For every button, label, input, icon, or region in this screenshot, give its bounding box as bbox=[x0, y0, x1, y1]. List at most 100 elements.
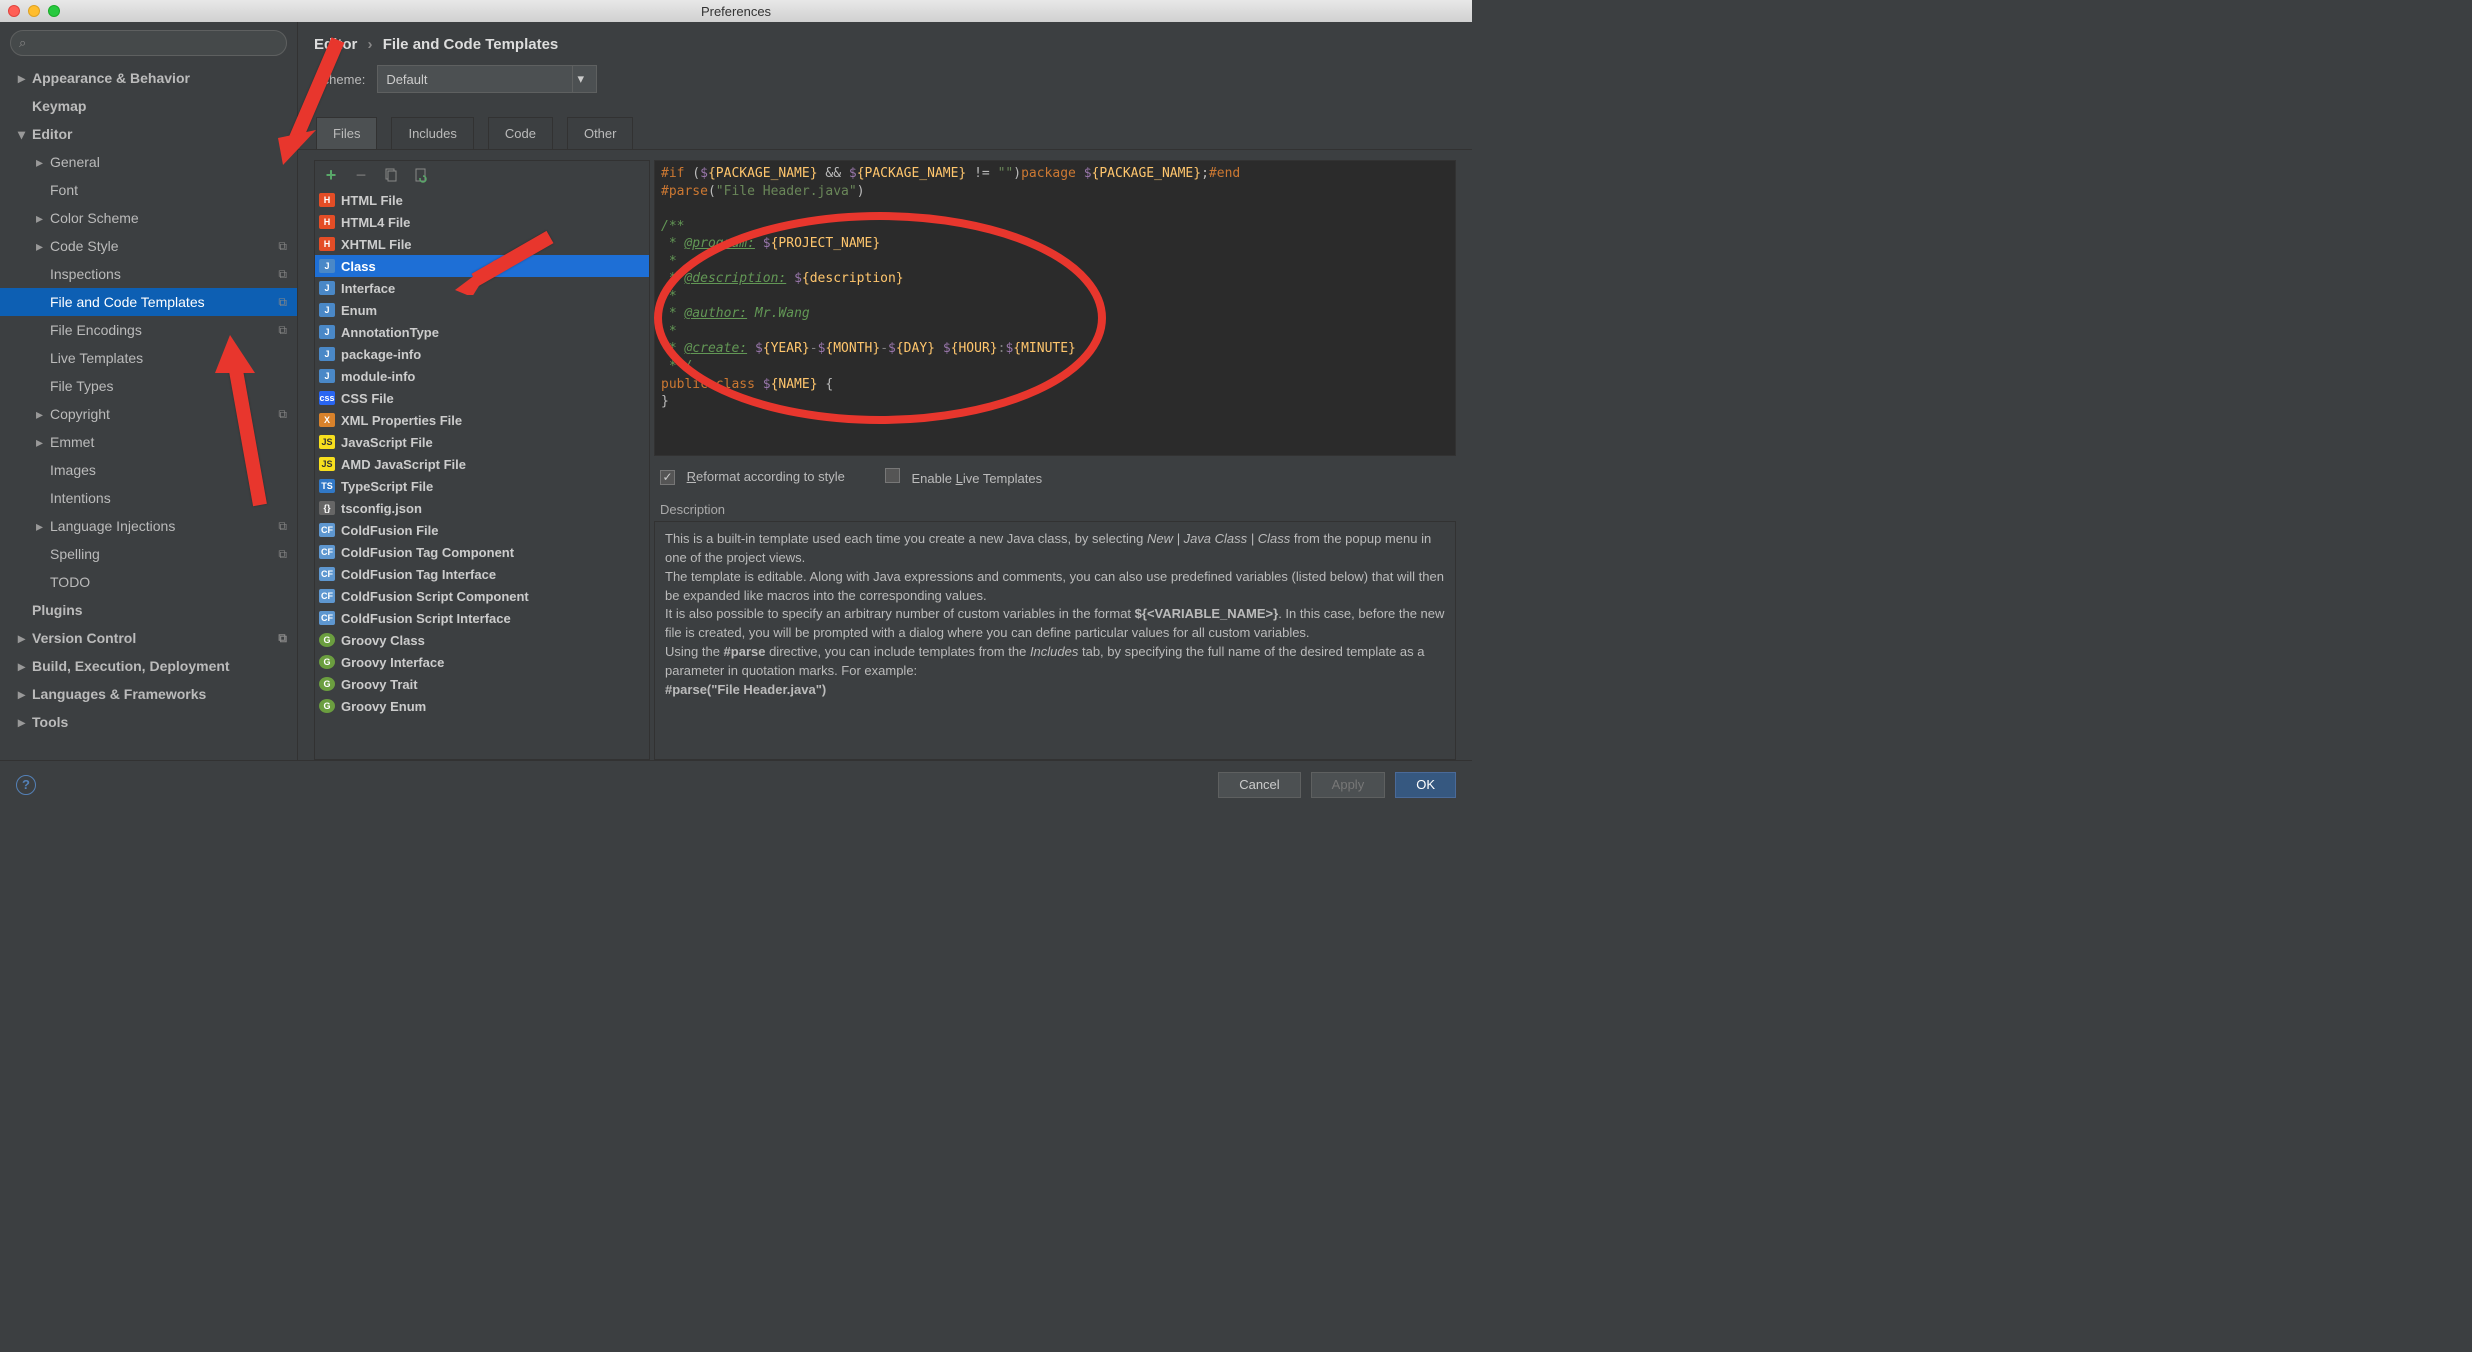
close-window-button[interactable] bbox=[8, 5, 20, 17]
revert-template-button[interactable] bbox=[413, 167, 429, 183]
sidebar-item-file-encodings[interactable]: File Encodings ⧉ bbox=[0, 316, 297, 344]
project-override-icon: ⧉ bbox=[278, 323, 287, 338]
checkbox-checked-icon bbox=[660, 470, 675, 485]
subtab-files[interactable]: Files bbox=[316, 117, 377, 149]
template-item-label: ColdFusion File bbox=[341, 523, 439, 538]
subtab-includes[interactable]: Includes bbox=[391, 117, 473, 149]
template-item-label: module-info bbox=[341, 369, 415, 384]
sidebar-item-images[interactable]: Images bbox=[0, 456, 297, 484]
file-type-icon: H bbox=[319, 193, 335, 207]
template-item-coldfusion-tag-component[interactable]: CFColdFusion Tag Component bbox=[315, 541, 649, 563]
sidebar-item-live-templates[interactable]: Live Templates bbox=[0, 344, 297, 372]
template-item-annotationtype[interactable]: JAnnotationType bbox=[315, 321, 649, 343]
ok-button[interactable]: OK bbox=[1395, 772, 1456, 798]
template-item-xhtml-file[interactable]: HXHTML File bbox=[315, 233, 649, 255]
tree-item-label: Keymap bbox=[32, 98, 86, 114]
minimize-window-button[interactable] bbox=[28, 5, 40, 17]
help-button[interactable]: ? bbox=[16, 775, 36, 795]
sidebar-item-intentions[interactable]: Intentions bbox=[0, 484, 297, 512]
template-item-javascript-file[interactable]: JSJavaScript File bbox=[315, 431, 649, 453]
template-item-enum[interactable]: J Enum bbox=[315, 299, 649, 321]
sidebar-item-font[interactable]: Font bbox=[0, 176, 297, 204]
project-override-icon: ⧉ bbox=[278, 547, 287, 562]
template-item-class[interactable]: JClass bbox=[315, 255, 649, 277]
search-input[interactable]: ⌕ bbox=[10, 30, 287, 56]
subtab-other[interactable]: Other bbox=[567, 117, 634, 149]
file-type-icon: CF bbox=[319, 589, 335, 603]
template-item-html4-file[interactable]: HHTML4 File bbox=[315, 211, 649, 233]
project-override-icon: ⧉ bbox=[278, 407, 287, 422]
template-item-groovy-interface[interactable]: GGroovy Interface bbox=[315, 651, 649, 673]
file-type-icon: J bbox=[319, 369, 335, 383]
add-template-button[interactable]: + bbox=[323, 167, 339, 183]
subtab-code[interactable]: Code bbox=[488, 117, 553, 149]
sidebar-item-file-and-code-templates[interactable]: File and Code Templates⧉ bbox=[0, 288, 297, 316]
template-item-coldfusion-script-component[interactable]: CFColdFusion Script Component bbox=[315, 585, 649, 607]
copy-template-button[interactable] bbox=[383, 167, 399, 183]
sidebar-item-todo[interactable]: TODO bbox=[0, 568, 297, 596]
sidebar-item-emmet[interactable]: Emmet bbox=[0, 428, 297, 456]
maximize-window-button[interactable] bbox=[48, 5, 60, 17]
sidebar-item-code-style[interactable]: Code Style⧉ bbox=[0, 232, 297, 260]
project-override-icon: ⧉ bbox=[278, 267, 287, 282]
sidebar-item-color-scheme[interactable]: Color Scheme bbox=[0, 204, 297, 232]
tree-arrow-icon bbox=[36, 434, 50, 451]
apply-button[interactable]: Apply bbox=[1311, 772, 1386, 798]
sidebar-item-copyright[interactable]: Copyright ⧉ bbox=[0, 400, 297, 428]
sidebar-item-spelling[interactable]: Spelling⧉ bbox=[0, 540, 297, 568]
tree-arrow-icon bbox=[36, 154, 50, 171]
template-item-coldfusion-tag-interface[interactable]: CFColdFusion Tag Interface bbox=[315, 563, 649, 585]
project-override-icon: ⧉ bbox=[278, 631, 287, 646]
enable-live-templates-checkbox[interactable]: Enable Live Templates bbox=[885, 468, 1042, 486]
sidebar-item-editor[interactable]: Editor bbox=[0, 120, 297, 148]
file-type-icon: CF bbox=[319, 567, 335, 581]
template-item-groovy-class[interactable]: GGroovy Class bbox=[315, 629, 649, 651]
template-item-label: Enum bbox=[341, 303, 377, 318]
sidebar-item-keymap[interactable]: Keymap bbox=[0, 92, 297, 120]
template-item-module-info[interactable]: Jmodule-info bbox=[315, 365, 649, 387]
template-item-typescript-file[interactable]: TSTypeScript File bbox=[315, 475, 649, 497]
file-type-icon: G bbox=[319, 633, 335, 647]
sidebar-item-tools[interactable]: Tools bbox=[0, 708, 297, 736]
template-item-coldfusion-script-interface[interactable]: CFColdFusion Script Interface bbox=[315, 607, 649, 629]
tree-item-label: Inspections bbox=[50, 266, 121, 282]
window-title: Preferences bbox=[701, 4, 771, 19]
sidebar-item-general[interactable]: General bbox=[0, 148, 297, 176]
cancel-button[interactable]: Cancel bbox=[1218, 772, 1300, 798]
template-item-package-info[interactable]: Jpackage-info bbox=[315, 343, 649, 365]
template-item-html-file[interactable]: HHTML File bbox=[315, 189, 649, 211]
template-item-label: tsconfig.json bbox=[341, 501, 422, 516]
sidebar-item-language-injections[interactable]: Language Injections⧉ bbox=[0, 512, 297, 540]
template-item-label: AMD JavaScript File bbox=[341, 457, 466, 472]
template-item-coldfusion-file[interactable]: CF ColdFusion File bbox=[315, 519, 649, 541]
sidebar-item-file-types[interactable]: File Types bbox=[0, 372, 297, 400]
file-type-icon: CF bbox=[319, 523, 335, 537]
tree-item-label: Tools bbox=[32, 714, 68, 730]
sidebar-item-plugins[interactable]: Plugins bbox=[0, 596, 297, 624]
breadcrumb: Editor › File and Code Templates bbox=[298, 22, 1472, 65]
template-item-css-file[interactable]: cssCSS File bbox=[315, 387, 649, 409]
template-item-xml-properties-file[interactable]: XXML Properties File bbox=[315, 409, 649, 431]
template-item-interface[interactable]: JInterface bbox=[315, 277, 649, 299]
template-item-label: Groovy Trait bbox=[341, 677, 418, 692]
sidebar-item-build-execution-deployment[interactable]: Build, Execution, Deployment bbox=[0, 652, 297, 680]
reformat-checkbox[interactable]: Reformat according to style bbox=[660, 469, 845, 485]
file-type-icon: J bbox=[319, 303, 335, 317]
template-item-tsconfig-json[interactable]: {}tsconfig.json bbox=[315, 497, 649, 519]
sidebar-item-inspections[interactable]: Inspections ⧉ bbox=[0, 260, 297, 288]
template-item-groovy-enum[interactable]: GGroovy Enum bbox=[315, 695, 649, 717]
tree-item-label: Copyright bbox=[50, 406, 110, 422]
tree-item-label: File Types bbox=[50, 378, 114, 394]
template-item-groovy-trait[interactable]: GGroovy Trait bbox=[315, 673, 649, 695]
sidebar-item-version-control[interactable]: Version Control⧉ bbox=[0, 624, 297, 652]
sidebar-item-appearance-behavior[interactable]: Appearance & Behavior bbox=[0, 64, 297, 92]
chevron-down-icon: ▾ bbox=[572, 66, 588, 92]
template-item-amd-javascript-file[interactable]: JSAMD JavaScript File bbox=[315, 453, 649, 475]
tree-item-label: Appearance & Behavior bbox=[32, 70, 190, 86]
remove-template-button[interactable]: − bbox=[353, 167, 369, 183]
tree-item-label: File Encodings bbox=[50, 322, 142, 338]
tree-item-label: Emmet bbox=[50, 434, 94, 450]
template-code-editor[interactable]: #if (${PACKAGE_NAME} && ${PACKAGE_NAME} … bbox=[654, 160, 1456, 456]
scheme-dropdown[interactable]: Default ▾ bbox=[377, 65, 597, 93]
sidebar-item-languages-frameworks[interactable]: Languages & Frameworks bbox=[0, 680, 297, 708]
